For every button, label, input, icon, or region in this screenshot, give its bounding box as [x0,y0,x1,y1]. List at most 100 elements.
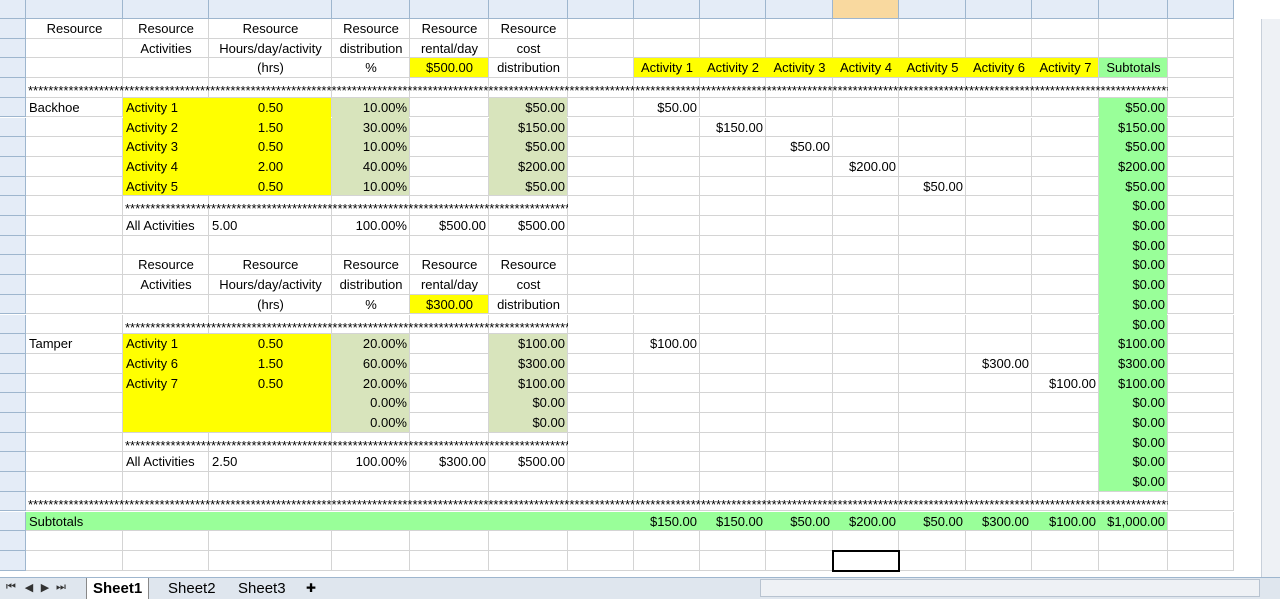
row-header-25[interactable] [0,432,26,453]
cell-b15[interactable] [26,235,123,256]
cell-j21[interactable] [700,353,766,374]
cell-p4[interactable] [1099,19,1168,39]
cell-q23[interactable] [1168,393,1234,413]
cell-n12[interactable] [966,176,1032,197]
row-header-19[interactable] [0,314,26,335]
cell-b31[interactable] [26,550,123,571]
cell-f31[interactable] [410,550,489,571]
cell-o27[interactable] [1032,472,1099,492]
cell-j17[interactable] [700,275,766,295]
cell-n24[interactable] [966,413,1032,433]
cell-n20[interactable] [966,334,1032,354]
cell-j31[interactable] [700,550,766,571]
cell-i31[interactable] [634,550,700,571]
cell-i16[interactable] [634,255,700,276]
row-header-27[interactable] [0,472,26,492]
cell-f12[interactable] [410,176,489,197]
row-header-7[interactable] [0,78,26,98]
cell-b6[interactable] [26,58,123,79]
cell-l25[interactable] [833,432,899,453]
cell-m19[interactable] [899,314,966,335]
cell-h30[interactable] [568,531,634,551]
cell-n31[interactable] [966,550,1032,571]
cell-k11[interactable] [766,156,833,177]
cell-h15[interactable] [568,235,634,256]
cell-l18[interactable] [833,294,899,315]
row-header-30[interactable] [0,531,26,551]
cell-o9[interactable] [1032,117,1099,138]
cell-o14[interactable] [1032,216,1099,236]
cell-l4[interactable] [833,19,899,39]
cell-o13[interactable] [1032,196,1099,216]
cell-c6[interactable] [123,58,209,79]
column-header-g[interactable] [489,0,568,19]
cell-j16[interactable] [700,255,766,276]
cell-l26[interactable] [833,452,899,473]
cell-b30[interactable] [26,531,123,551]
cell-m15[interactable] [899,235,966,256]
cell-f15[interactable] [410,235,489,256]
cell-o18[interactable] [1032,294,1099,315]
cell-h6[interactable] [568,58,634,79]
row-header-16[interactable] [0,255,26,276]
cell-i18[interactable] [634,294,700,315]
cell-b23[interactable] [26,393,123,413]
cell-n25[interactable] [966,432,1032,453]
row-header-10[interactable] [0,137,26,157]
cell-i11[interactable] [634,156,700,177]
cell-j12[interactable] [700,176,766,197]
cell-l27[interactable] [833,472,899,492]
cell-l14[interactable] [833,216,899,236]
cell-m16[interactable] [899,255,966,276]
cell-k12[interactable] [766,176,833,197]
cell-k18[interactable] [766,294,833,315]
cell-b21[interactable] [26,353,123,374]
cell-e15[interactable] [332,235,410,256]
cell-o10[interactable] [1032,137,1099,157]
cell-h10[interactable] [568,137,634,157]
cell-j5[interactable] [700,38,766,59]
cell-q6[interactable] [1168,58,1234,79]
cell-g31[interactable] [489,550,568,571]
active-cell-selection[interactable] [832,549,900,572]
cell-o26[interactable] [1032,452,1099,473]
column-header-d[interactable] [209,0,332,19]
cell-q15[interactable] [1168,235,1234,256]
first-sheet-icon[interactable]: ⏮ [4,581,18,594]
cell-h17[interactable] [568,275,634,295]
row-header-31[interactable] [0,550,26,571]
cell-j19[interactable] [700,314,766,335]
cell-i5[interactable] [634,38,700,59]
cell-g30[interactable] [489,531,568,551]
cell-n10[interactable] [966,137,1032,157]
row-header-8[interactable] [0,97,26,118]
next-sheet-icon[interactable]: ▶ [38,581,52,594]
cell-j26[interactable] [700,452,766,473]
cell-b9[interactable] [26,117,123,138]
cell-o11[interactable] [1032,156,1099,177]
cell-k25[interactable] [766,432,833,453]
row-header-6[interactable] [0,58,26,79]
cell-g15[interactable] [489,235,568,256]
cell-g27[interactable] [489,472,568,492]
cell-i9[interactable] [634,117,700,138]
cell-m17[interactable] [899,275,966,295]
cell-m4[interactable] [899,19,966,39]
cell-j25[interactable] [700,432,766,453]
row-header-20[interactable] [0,334,26,354]
cell-i23[interactable] [634,393,700,413]
cell-j14[interactable] [700,216,766,236]
cell-l9[interactable] [833,117,899,138]
cell-n15[interactable] [966,235,1032,256]
tab-sheet1[interactable]: Sheet1 [86,578,150,599]
cell-l24[interactable] [833,413,899,433]
cell-n22[interactable] [966,373,1032,394]
cell-h19[interactable] [568,314,634,335]
cell-b25[interactable] [26,432,123,453]
cell-b16[interactable] [26,255,123,276]
cell-k13[interactable] [766,196,833,216]
cell-b27[interactable] [26,472,123,492]
cell-h23[interactable] [568,393,634,413]
select-all-corner[interactable] [0,0,26,19]
cell-k14[interactable] [766,216,833,236]
